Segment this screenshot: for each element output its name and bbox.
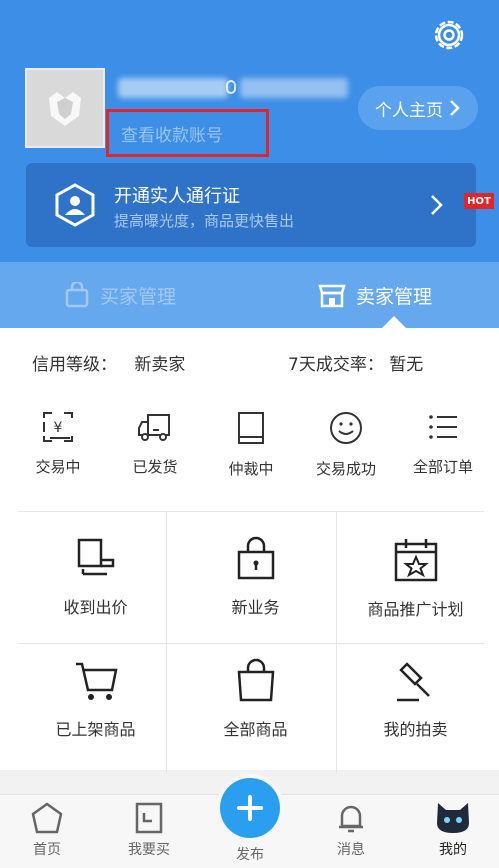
cart-icon — [75, 662, 118, 700]
lock-bag-icon — [237, 536, 274, 580]
svg-text:¥: ¥ — [54, 420, 63, 436]
book-buy-icon — [135, 802, 163, 834]
service-label: 新业务 — [231, 598, 280, 617]
chevron-right-icon — [431, 195, 443, 215]
tab-label: 消息 — [337, 842, 365, 858]
tab-messages[interactable]: 消息 — [306, 801, 396, 859]
service-promotion-plan[interactable]: 商品推广计划 — [338, 536, 493, 666]
credit-label: 信用等级： — [32, 355, 117, 375]
status-all-orders[interactable]: 全部订单 — [398, 410, 488, 477]
status-arbitration[interactable]: 仲裁中 — [206, 410, 296, 479]
shopping-bag-icon — [65, 282, 89, 308]
service-my-auctions[interactable]: 我的拍卖 — [338, 658, 493, 788]
verify-subtitle: 提高曝光度，商品更快售出 — [114, 212, 295, 230]
service-new-business[interactable]: 新业务 — [178, 536, 333, 666]
plus-icon — [237, 795, 263, 821]
status-label: 交易成功 — [315, 460, 376, 478]
status-label: 仲裁中 — [228, 460, 274, 478]
user-id-masked — [240, 78, 348, 98]
status-label: 全部订单 — [412, 458, 473, 476]
status-trading[interactable]: ¥ 交易中 — [13, 410, 103, 477]
smile-icon — [330, 412, 362, 444]
credit-value: 新卖家 — [134, 355, 186, 375]
cup-icon — [77, 538, 114, 576]
real-person-verify-card[interactable]: 开通实人通行证 提高曝光度，商品更快售出 — [26, 163, 476, 247]
rate-value: 暂无 — [389, 355, 424, 375]
truck-icon — [138, 414, 170, 441]
service-label: 我的拍卖 — [383, 720, 448, 739]
status-success[interactable]: 交易成功 — [301, 410, 391, 479]
verified-user-icon — [55, 183, 95, 227]
view-payment-account-label: 查看收款账号 — [121, 125, 223, 146]
book-icon — [238, 412, 264, 444]
gear-icon[interactable] — [430, 16, 468, 54]
service-all-items[interactable]: 全部商品 — [178, 658, 333, 788]
seller-panel: 信用等级： 新卖家 7天成交率： 暂无 ¥ 交易中 已发货 仲裁中 交易成功 全… — [0, 328, 499, 774]
cat-icon — [437, 803, 469, 833]
service-listed-items[interactable]: 已上架商品 — [18, 658, 173, 788]
publish-label: 发布 — [236, 847, 264, 863]
store-icon — [318, 284, 346, 308]
tab-buyer-management[interactable]: 买家管理 — [64, 262, 176, 328]
bell-icon — [339, 805, 363, 833]
role-tabs: 买家管理 卖家管理 — [0, 262, 499, 328]
view-payment-account-link[interactable]: 查看收款账号 — [106, 109, 269, 157]
personal-homepage-label: 个人主页 — [375, 100, 443, 121]
username-masked — [118, 78, 228, 98]
tab-seller-management[interactable]: 卖家管理 — [318, 262, 432, 328]
gender-icon — [226, 80, 236, 94]
tab-label: 我的 — [439, 842, 467, 858]
tab-mine[interactable]: 我的 — [408, 801, 498, 859]
list-icon — [429, 415, 457, 439]
gavel-icon — [396, 662, 430, 702]
service-label: 收到出价 — [63, 598, 128, 617]
chevron-right-icon — [450, 100, 460, 116]
tab-seller-label: 卖家管理 — [356, 285, 433, 308]
service-label: 商品推广计划 — [367, 600, 464, 619]
avatar[interactable] — [25, 68, 105, 148]
hot-badge: HOT — [464, 193, 494, 209]
credit-level: 信用等级： 新卖家 — [32, 350, 185, 375]
seven-day-rate: 7天成交率： 暂无 — [288, 350, 423, 375]
tab-buyer-label: 买家管理 — [100, 285, 177, 308]
tab-label: 首页 — [33, 842, 61, 858]
service-label: 全部商品 — [223, 720, 288, 739]
tab-label: 我要买 — [128, 842, 170, 858]
avatar-placeholder-icon — [49, 92, 81, 126]
service-received-offers[interactable]: 收到出价 — [18, 536, 173, 666]
home-icon — [31, 802, 63, 834]
calendar-star-icon — [394, 539, 437, 582]
order-status-row: ¥ 交易中 已发货 仲裁中 交易成功 全部订单 — [0, 410, 499, 500]
shopping-bag-icon — [237, 658, 274, 702]
verify-title: 开通实人通行证 — [114, 186, 240, 207]
publish-button[interactable] — [220, 778, 280, 838]
service-label: 已上架商品 — [55, 720, 136, 739]
status-label: 交易中 — [35, 458, 81, 476]
personal-homepage-button[interactable]: 个人主页 — [358, 86, 478, 130]
status-shipped[interactable]: 已发货 — [110, 410, 200, 477]
rate-label: 7天成交率： — [288, 355, 384, 375]
active-tab-indicator — [382, 316, 406, 328]
yen-trade-icon: ¥ — [43, 412, 73, 442]
status-label: 已发货 — [132, 458, 178, 476]
tab-home[interactable]: 首页 — [2, 801, 92, 859]
services-grid: 收到出价 新业务 商品推广计划 已上架商品 全部商品 我的拍卖 — [18, 511, 484, 774]
tab-buy[interactable]: 我要买 — [104, 801, 194, 859]
